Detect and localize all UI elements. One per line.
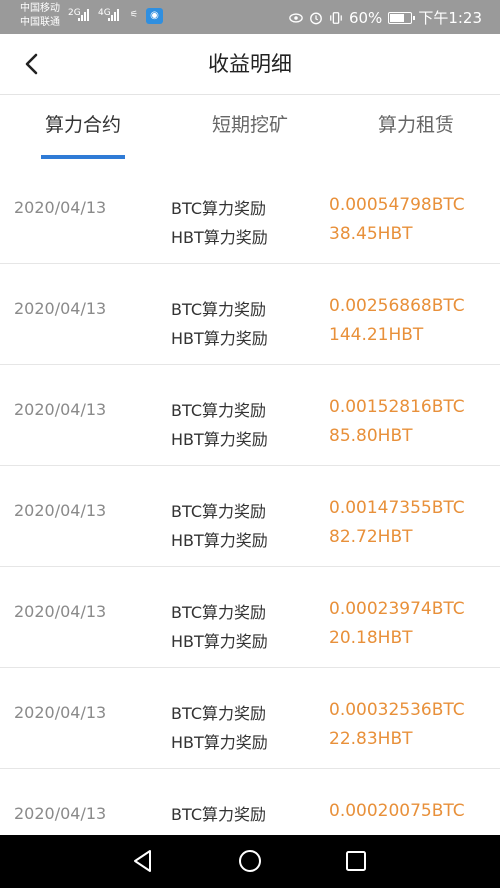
btc-reward-label: BTC算力奖励 xyxy=(171,401,266,420)
reward-date: 2020/04/13 xyxy=(14,400,107,419)
hbt-reward-amount: 82.72HBT xyxy=(329,527,413,547)
hbt-reward-amount: 22.83HBT xyxy=(329,729,413,749)
btc-reward-amount: 0.00054798BTC xyxy=(329,195,465,215)
hbt-reward-label: HBT算力奖励 xyxy=(171,329,268,348)
btc-reward-amount: 0.00032536BTC xyxy=(329,700,465,720)
carrier-1: 中国移动 xyxy=(20,3,60,14)
usb-icon: ⚟ xyxy=(130,10,139,20)
hbt-reward-label: HBT算力奖励 xyxy=(171,531,268,550)
btc-reward-label: BTC算力奖励 xyxy=(171,502,266,521)
hotspot-icon: ◉ xyxy=(146,8,163,24)
status-bar: 中国移动 中国联通 2G 4G ⚟ ◉ 60% 下午1:23 xyxy=(0,0,500,34)
carrier-2: 中国联通 xyxy=(20,17,60,28)
list-item: 2020/04/13 BTC算力奖励 HBT算力奖励 0.00054798BTC… xyxy=(0,163,500,264)
list-item: 2020/04/13 BTC算力奖励 HBT算力奖励 0.00256868BTC… xyxy=(0,264,500,365)
btc-reward-amount: 0.00147355BTC xyxy=(329,498,465,518)
tab-bar: 算力合约 短期挖矿 算力租赁 xyxy=(0,95,500,163)
hbt-reward-label: HBT算力奖励 xyxy=(171,430,268,449)
btc-reward-amount: 0.00256868BTC xyxy=(329,296,465,316)
app-header: 收益明细 xyxy=(0,34,500,95)
list-item: 2020/04/13 BTC算力奖励 HBT算力奖励 0.00147355BTC… xyxy=(0,466,500,567)
btc-reward-amount: 0.00152816BTC xyxy=(329,397,465,417)
page-title: 收益明细 xyxy=(208,52,292,76)
reward-date: 2020/04/13 xyxy=(14,198,107,217)
battery-percent: 60% xyxy=(348,8,383,27)
reward-list: 2020/04/13 BTC算力奖励 HBT算力奖励 0.00054798BTC… xyxy=(0,163,500,870)
hbt-reward-amount: 144.21HBT xyxy=(329,325,424,345)
battery-icon xyxy=(388,11,416,24)
btc-reward-label: BTC算力奖励 xyxy=(171,199,266,218)
triangle-back-icon[interactable] xyxy=(129,847,157,875)
clock: 下午1:23 xyxy=(418,9,482,27)
hbt-reward-label: HBT算力奖励 xyxy=(171,632,268,651)
eye-icon xyxy=(289,12,303,23)
reward-date: 2020/04/13 xyxy=(14,804,107,823)
signal-bars-1-icon xyxy=(78,9,89,21)
reward-date: 2020/04/13 xyxy=(14,501,107,520)
circle-home-icon[interactable] xyxy=(236,847,264,875)
vibrate-icon xyxy=(330,11,342,24)
reward-date: 2020/04/13 xyxy=(14,703,107,722)
list-item: 2020/04/13 BTC算力奖励 HBT算力奖励 0.00032536BTC… xyxy=(0,668,500,769)
system-nav-bar xyxy=(0,835,500,888)
hbt-reward-label: HBT算力奖励 xyxy=(171,228,268,247)
btc-reward-label: BTC算力奖励 xyxy=(171,704,266,723)
btc-reward-label: BTC算力奖励 xyxy=(171,300,266,319)
tab-hashrate-contract[interactable]: 算力合约 xyxy=(20,95,146,163)
carrier-info: 中国移动 中国联通 xyxy=(20,2,60,30)
btc-reward-label: BTC算力奖励 xyxy=(171,603,266,622)
hbt-reward-label: HBT算力奖励 xyxy=(171,733,268,752)
hbt-reward-amount: 20.18HBT xyxy=(329,628,413,648)
status-right: 60% 下午1:23 xyxy=(289,7,482,28)
tab-hashrate-rental[interactable]: 算力租赁 xyxy=(353,95,479,163)
btc-reward-amount: 0.00023974BTC xyxy=(329,599,465,619)
reward-date: 2020/04/13 xyxy=(14,299,107,318)
signal-bars-2-icon xyxy=(108,9,119,21)
hbt-reward-amount: 85.80HBT xyxy=(329,426,413,446)
list-item: 2020/04/13 BTC算力奖励 HBT算力奖励 0.00152816BTC… xyxy=(0,365,500,466)
alarm-icon xyxy=(310,12,322,24)
btc-reward-label: BTC算力奖励 xyxy=(171,805,266,824)
active-tab-indicator xyxy=(41,155,125,159)
btc-reward-amount: 0.00020075BTC xyxy=(329,801,465,821)
square-recent-icon[interactable] xyxy=(342,847,370,875)
hbt-reward-amount: 38.45HBT xyxy=(329,224,413,244)
list-item: 2020/04/13 BTC算力奖励 HBT算力奖励 0.00023974BTC… xyxy=(0,567,500,668)
tab-short-term-mining[interactable]: 短期挖矿 xyxy=(187,95,313,163)
reward-date: 2020/04/13 xyxy=(14,602,107,621)
